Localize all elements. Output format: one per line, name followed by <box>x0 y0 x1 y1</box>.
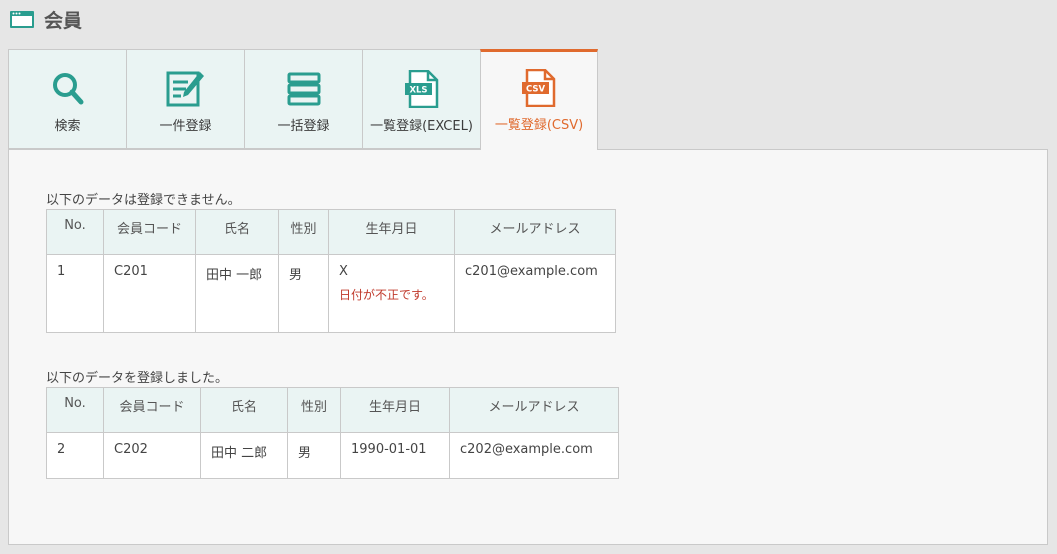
cell-code: C202 <box>103 432 201 479</box>
tab-bar: 検索 一件登録 一括登録 XLS 一覧登録(EXCEL) CSV 一覧登録(CS… <box>8 49 598 150</box>
col-header-gender: 性別 <box>278 209 329 255</box>
cell-email: c201@example.com <box>454 254 616 333</box>
edit-form-icon <box>166 69 206 109</box>
cell-birth: X 日付が不正です。 <box>328 254 455 333</box>
search-icon <box>48 69 88 109</box>
col-header-code: 会員コード <box>103 387 201 433</box>
birth-error-message: 日付が不正です。 <box>339 288 434 302</box>
cell-birth: 1990-01-01 <box>340 432 450 479</box>
cell-gender: 男 <box>278 254 329 333</box>
tab-search[interactable]: 検索 <box>8 49 126 149</box>
cell-code: C201 <box>103 254 196 333</box>
table-header-row: No. 会員コード 氏名 性別 生年月日 メールアドレス <box>46 387 619 433</box>
tab-excel-register[interactable]: XLS 一覧登録(EXCEL) <box>362 49 480 149</box>
col-header-no: No. <box>46 209 104 255</box>
svg-text:XLS: XLS <box>409 86 427 96</box>
col-header-gender: 性別 <box>287 387 341 433</box>
success-section-label: 以下のデータを登録しました。 <box>46 371 229 386</box>
col-header-birth: 生年月日 <box>328 209 455 255</box>
cell-name: 田中 一郎 <box>195 254 279 333</box>
table-row: 1 C201 田中 一郎 男 X 日付が不正です。 c201@example.c… <box>46 254 616 333</box>
col-header-email: メールアドレス <box>454 209 616 255</box>
col-header-birth: 生年月日 <box>340 387 450 433</box>
csv-file-icon: CSV <box>519 68 559 108</box>
col-header-email: メールアドレス <box>449 387 619 433</box>
tab-single-register[interactable]: 一件登録 <box>126 49 244 149</box>
failed-table: No. 会員コード 氏名 性別 生年月日 メールアドレス 1 C201 田中 一… <box>46 209 616 333</box>
col-header-name: 氏名 <box>200 387 288 433</box>
tab-label: 一覧登録(EXCEL) <box>370 119 473 134</box>
tab-label: 検索 <box>54 119 81 134</box>
failed-section-label: 以下のデータは登録できません。 <box>46 193 241 208</box>
xls-file-icon: XLS <box>402 69 442 109</box>
birth-value: X <box>339 264 348 279</box>
tab-label: 一括登録 <box>277 119 330 134</box>
cell-email: c202@example.com <box>449 432 619 479</box>
cell-no: 1 <box>46 254 104 333</box>
cell-gender: 男 <box>287 432 341 479</box>
col-header-no: No. <box>46 387 104 433</box>
col-header-code: 会員コード <box>103 209 196 255</box>
list-icon <box>284 69 324 109</box>
page-header: 会員 <box>10 6 82 32</box>
success-table: No. 会員コード 氏名 性別 生年月日 メールアドレス 2 C202 田中 二… <box>46 387 619 479</box>
tab-label: 一覧登録(CSV) <box>494 118 584 133</box>
tab-csv-register[interactable]: CSV 一覧登録(CSV) <box>480 49 598 150</box>
tab-label: 一件登録 <box>159 119 212 134</box>
content-panel: 以下のデータは登録できません。 No. 会員コード 氏名 性別 生年月日 メール… <box>8 149 1048 545</box>
tab-bulk-register[interactable]: 一括登録 <box>244 49 362 149</box>
svg-text:CSV: CSV <box>526 85 546 95</box>
cell-name: 田中 二郎 <box>200 432 288 479</box>
cell-no: 2 <box>46 432 104 479</box>
window-icon <box>10 10 34 28</box>
col-header-name: 氏名 <box>195 209 279 255</box>
table-header-row: No. 会員コード 氏名 性別 生年月日 メールアドレス <box>46 209 616 255</box>
table-row: 2 C202 田中 二郎 男 1990-01-01 c202@example.c… <box>46 432 619 479</box>
page-title: 会員 <box>44 9 83 32</box>
